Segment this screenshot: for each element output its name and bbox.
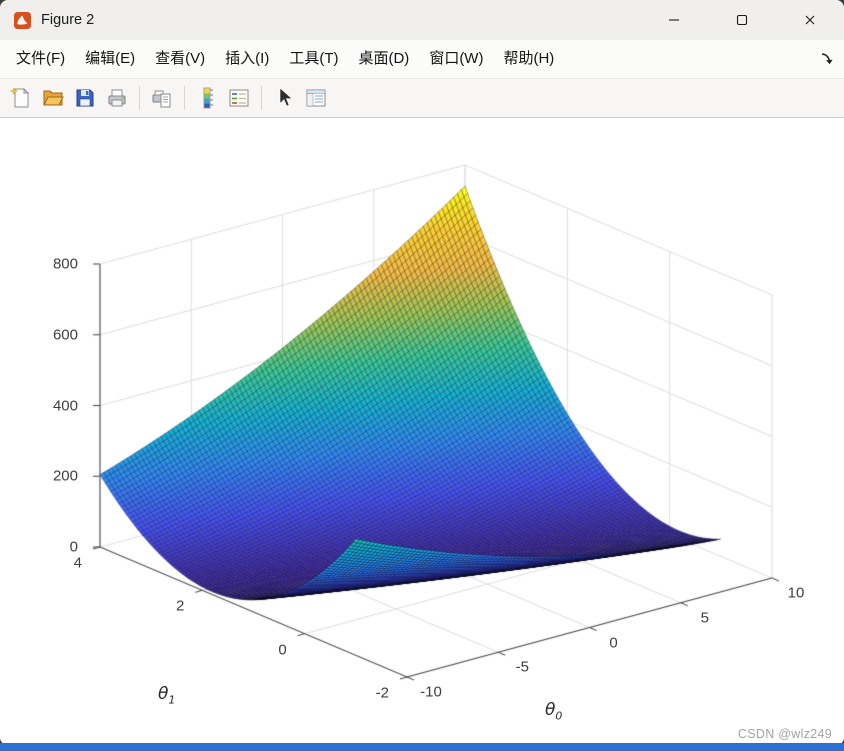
insert-colorbar-button[interactable]: [192, 84, 222, 113]
figure-window: Figure 2 文件(F) 编辑(E) 查看(V) 插入(I) 工具(T) 桌…: [0, 0, 844, 745]
save-icon: [76, 89, 94, 107]
titlebar[interactable]: Figure 2: [0, 0, 844, 40]
print-icon: [108, 89, 126, 107]
menu-item-tools[interactable]: 工具(T): [279, 40, 348, 78]
save-button[interactable]: [70, 84, 100, 113]
window-title: Figure 2: [41, 12, 95, 28]
edit-plot-button[interactable]: [269, 84, 299, 113]
desktop: { "window": { "title": "Figure 2", "icon…: [0, 0, 844, 751]
menu-item-insert[interactable]: 插入(I): [215, 40, 279, 78]
toolbar-separator: [261, 86, 262, 110]
window-controls: [640, 0, 844, 40]
toolbar-separator: [139, 86, 140, 110]
maximize-button[interactable]: [708, 0, 776, 40]
figure-toolbar: [0, 79, 844, 118]
figure-axes: -10 -5 0 5 10 -2 0 2 4 0 200 400 600 800 θ0 θ1 CSDN @…: [0, 118, 844, 745]
matlab-logo-icon: [14, 11, 31, 29]
minimize-button[interactable]: [640, 0, 708, 40]
toolbar-separator: [184, 86, 185, 110]
menubar: 文件(F) 编辑(E) 查看(V) 插入(I) 工具(T) 桌面(D) 窗口(W…: [0, 40, 844, 79]
close-button[interactable]: [776, 0, 844, 40]
plot-tools-button[interactable]: [301, 84, 331, 113]
bottom-accent-strip: [0, 743, 844, 751]
plot-canvas[interactable]: [0, 118, 844, 745]
print-button[interactable]: [102, 84, 132, 113]
new-figure-button[interactable]: [6, 84, 36, 113]
menu-item-view[interactable]: 查看(V): [145, 40, 215, 78]
dock-arrow-icon[interactable]: [819, 51, 835, 67]
edit-plot-icon: [279, 87, 293, 107]
maximize-icon: [736, 14, 748, 26]
menu-item-help[interactable]: 帮助(H): [493, 40, 564, 78]
open-file-icon: [43, 90, 64, 106]
print-preview-button[interactable]: [147, 84, 177, 113]
print-preview-icon: [152, 90, 171, 108]
menu-item-edit[interactable]: 编辑(E): [75, 40, 145, 78]
open-file-button[interactable]: [38, 84, 68, 113]
menu-item-file[interactable]: 文件(F): [6, 40, 75, 78]
menu-item-desktop[interactable]: 桌面(D): [348, 40, 419, 78]
close-icon: [805, 15, 815, 25]
new-figure-icon: [9, 87, 30, 108]
minimize-icon: [669, 19, 679, 21]
insert-legend-icon: [229, 89, 249, 107]
menu-item-window[interactable]: 窗口(W): [419, 40, 493, 78]
insert-legend-button[interactable]: [224, 84, 254, 113]
plot-tools-icon: [306, 89, 326, 107]
insert-colorbar-icon: [203, 87, 213, 109]
